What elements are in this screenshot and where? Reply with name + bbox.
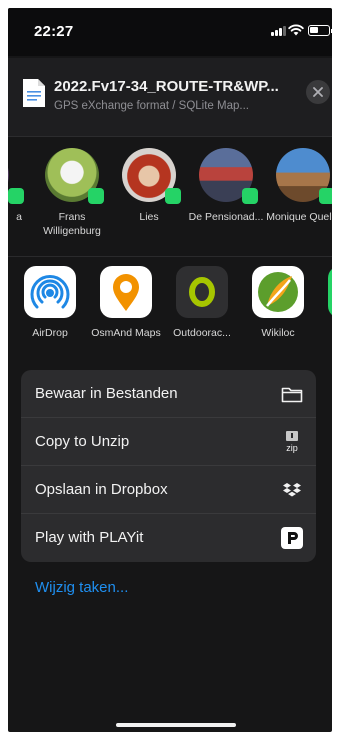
playit-icon: [281, 527, 303, 549]
contact-name: De Pensionad...: [188, 211, 264, 223]
whatsapp-icon: [165, 188, 181, 204]
app-airdrop[interactable]: AirDrop: [14, 266, 86, 341]
zip-icon: zip: [286, 431, 298, 453]
app-label: Outdoorac...: [173, 327, 231, 339]
action-save-to-files[interactable]: Bewaar in Bestanden: [21, 370, 316, 418]
share-sheet: 22:27 2022.Fv17-34_ROUTE-TR&WP... GPS eX…: [8, 8, 332, 732]
file-icon: [23, 79, 45, 107]
app-label: W: [318, 326, 332, 341]
whatsapp-icon: [319, 188, 332, 204]
edit-actions-link[interactable]: Wijzig taken...: [35, 579, 128, 596]
contact-item[interactable]: Frans Willigenburg: [32, 148, 112, 238]
share-header: 2022.Fv17-34_ROUTE-TR&WP... GPS eXchange…: [8, 58, 332, 136]
app-label: Wikiloc: [261, 327, 295, 339]
action-copy-to-unzip[interactable]: Copy to Unzip zip: [21, 418, 316, 466]
close-button[interactable]: [306, 80, 330, 104]
file-name: 2022.Fv17-34_ROUTE-TR&WP...: [54, 78, 279, 95]
divider: [8, 136, 332, 137]
contact-name: a: [16, 211, 22, 223]
actions-list: Bewaar in Bestanden Copy to Unzip zip Op…: [21, 370, 316, 562]
app-osmand[interactable]: OsmAnd Maps: [90, 266, 162, 341]
action-play-with-playit[interactable]: Play with PLAYit: [21, 514, 316, 562]
contact-item[interactable]: Lies: [109, 148, 189, 224]
contact-name: Lies: [139, 211, 159, 223]
close-icon: [313, 87, 323, 97]
app-whatsapp[interactable]: W: [318, 266, 332, 341]
app-label: OsmAnd Maps: [91, 327, 161, 339]
folder-icon: [281, 387, 303, 403]
outdooractive-icon: [176, 266, 228, 318]
dropbox-icon: [283, 483, 301, 497]
contact-item[interactable]: Monique Quelle: [263, 148, 332, 224]
app-wikiloc[interactable]: Wikiloc: [242, 266, 314, 341]
svg-text:zip: zip: [286, 443, 298, 453]
home-indicator[interactable]: [116, 723, 236, 727]
contacts-row: a Frans Willigenburg Lies De Pensionad..…: [8, 144, 332, 254]
contact-item[interactable]: De Pensionad...: [186, 148, 266, 224]
signal-icon: [271, 25, 286, 36]
action-label: Play with PLAYit: [35, 529, 144, 546]
contact-name: Frans Willigenburg: [43, 211, 101, 237]
osmand-icon: [100, 266, 152, 318]
divider: [8, 256, 332, 257]
whatsapp-icon: [242, 188, 258, 204]
action-label: Copy to Unzip: [35, 433, 130, 450]
wifi-icon: [288, 24, 304, 36]
contact-name: Monique Quelle: [266, 211, 332, 223]
whatsapp-icon: [328, 266, 332, 318]
whatsapp-icon: [8, 188, 24, 204]
file-type: GPS eXchange format / SQLite Map...: [54, 100, 249, 112]
contact-item[interactable]: a: [8, 148, 24, 224]
action-save-to-dropbox[interactable]: Opslaan in Dropbox: [21, 466, 316, 514]
action-label: Bewaar in Bestanden: [35, 385, 178, 402]
app-outdooractive[interactable]: Outdoorac...: [166, 266, 238, 341]
airdrop-icon: [24, 266, 76, 318]
battery-icon: [308, 25, 332, 36]
status-time: 22:27: [34, 23, 74, 40]
status-bar: 22:27: [8, 8, 332, 52]
app-label: AirDrop: [32, 327, 68, 339]
action-label: Opslaan in Dropbox: [35, 481, 168, 498]
wikiloc-icon: [252, 266, 304, 318]
whatsapp-icon: [88, 188, 104, 204]
apps-row: AirDrop OsmAnd Maps Outdoorac... Wikiloc: [8, 266, 332, 366]
